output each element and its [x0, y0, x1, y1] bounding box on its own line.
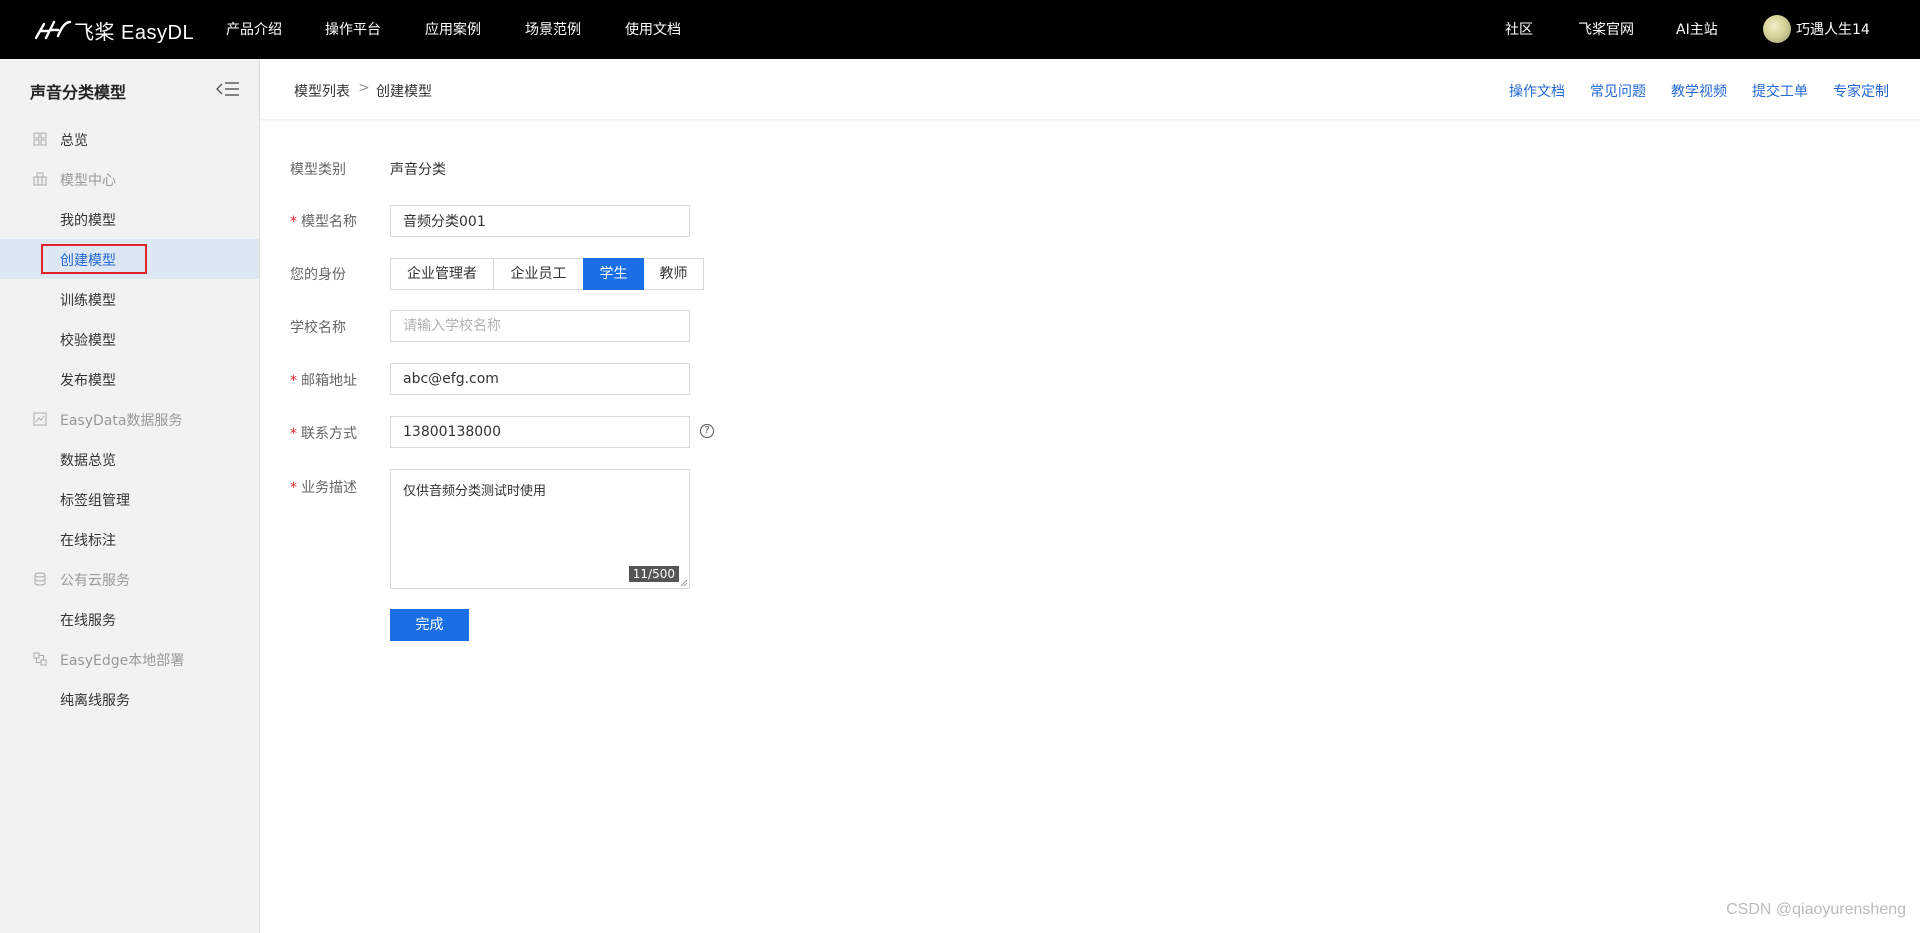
sidebar-item-validate-model[interactable]: 校验模型 — [0, 319, 259, 359]
sidebar-item-online-annotation[interactable]: 在线标注 — [0, 519, 259, 559]
identity-option-manager[interactable]: 企业管理者 — [390, 258, 494, 290]
char-counter: 11/500 — [628, 566, 679, 582]
sidebar-title: 声音分类模型 — [30, 83, 127, 102]
sidebar-item-label: 在线标注 — [60, 533, 116, 549]
sidebar-item-data-overview[interactable]: 数据总览 — [0, 439, 259, 479]
sidebar-item-my-models[interactable]: 我的模型 — [0, 199, 259, 239]
model-name-label: * 模型名称 — [290, 214, 357, 230]
sidebar-group-label: 模型中心 — [60, 173, 116, 189]
building-icon — [33, 172, 47, 186]
sidebar-item-publish-model[interactable]: 发布模型 — [0, 359, 259, 399]
sidebar-item-label-groups[interactable]: 标签组管理 — [0, 479, 259, 519]
database-icon — [34, 572, 46, 586]
model-name-input[interactable] — [390, 205, 690, 237]
sidebar: 声音分类模型 总览 模型中心 我的模型 创建模型 训练模型 校验模型 发布模型 — [0, 59, 260, 933]
sidebar-item-label: 训练模型 — [60, 293, 116, 309]
question-icon[interactable]: ? — [700, 424, 714, 438]
resize-handle-icon[interactable] — [680, 579, 688, 587]
sidebar-group-easydata[interactable]: EasyData数据服务 — [0, 399, 259, 439]
nav-platform[interactable]: 操作平台 — [325, 19, 381, 39]
identity-selector: 企业管理者 企业员工 学生 教师 — [390, 258, 704, 290]
identity-option-teacher[interactable]: 教师 — [643, 258, 704, 290]
device-icon — [33, 652, 47, 666]
sidebar-item-create-model[interactable]: 创建模型 — [0, 239, 259, 279]
sidebar-group-label: EasyData数据服务 — [60, 413, 183, 429]
link-faq[interactable]: 常见问题 — [1590, 81, 1646, 101]
identity-option-student[interactable]: 学生 — [583, 258, 644, 290]
breadcrumb-model-list[interactable]: 模型列表 — [294, 81, 350, 101]
sidebar-item-overview[interactable]: 总览 — [0, 119, 259, 159]
school-label: 学校名称 — [290, 320, 346, 336]
sidebar-item-train-model[interactable]: 训练模型 — [0, 279, 259, 319]
sidebar-item-label: 校验模型 — [60, 333, 116, 349]
watermark: CSDN @qiaoyurensheng — [1726, 901, 1906, 918]
description-text: 仅供音频分类测试时使用 — [403, 484, 547, 499]
sidebar-item-label: 数据总览 — [60, 453, 116, 469]
nav-docs[interactable]: 使用文档 — [625, 19, 681, 39]
chart-icon — [33, 412, 47, 426]
link-docs[interactable]: 操作文档 — [1509, 81, 1565, 101]
submit-button[interactable]: 完成 — [390, 609, 469, 641]
sidebar-group-public-cloud[interactable]: 公有云服务 — [0, 559, 259, 599]
email-label: * 邮箱地址 — [290, 373, 357, 389]
sidebar-item-label: 标签组管理 — [60, 493, 130, 509]
link-submit-ticket[interactable]: 提交工单 — [1752, 81, 1808, 101]
description-textarea[interactable]: 仅供音频分类测试时使用 11/500 — [390, 469, 690, 589]
link-tutorial-video[interactable]: 教学视频 — [1671, 81, 1727, 101]
nav-paddle-site[interactable]: 飞桨官网 — [1578, 19, 1634, 39]
content-header: 模型列表 > 创建模型 操作文档 常见问题 教学视频 提交工单 专家定制 — [260, 59, 1920, 119]
model-type-value: 声音分类 — [390, 162, 446, 178]
paddle-logo-icon — [34, 20, 72, 40]
sidebar-item-label: 在线服务 — [60, 613, 116, 629]
sidebar-item-offline-service[interactable]: 纯离线服务 — [0, 679, 259, 719]
model-type-label: 模型类别 — [290, 162, 346, 178]
sidebar-item-online-service[interactable]: 在线服务 — [0, 599, 259, 639]
sidebar-group-easyedge[interactable]: EasyEdge本地部署 — [0, 639, 259, 679]
grid-icon — [33, 132, 47, 146]
avatar[interactable] — [1763, 15, 1791, 43]
school-name-input[interactable] — [390, 310, 690, 342]
logo[interactable]: 飞桨 EasyDL — [34, 14, 194, 46]
sidebar-item-label: 总览 — [60, 133, 88, 149]
identity-option-employee[interactable]: 企业员工 — [493, 258, 584, 290]
identity-label: 您的身份 — [290, 267, 346, 283]
sidebar-item-label: 我的模型 — [60, 213, 116, 229]
top-navbar: 飞桨 EasyDL 产品介绍 操作平台 应用案例 场景范例 使用文档 社区 飞桨… — [0, 0, 1920, 59]
email-input[interactable] — [390, 363, 690, 395]
logo-text: 飞桨 EasyDL — [74, 21, 195, 44]
nav-community[interactable]: 社区 — [1505, 19, 1533, 39]
sidebar-group-label: EasyEdge本地部署 — [60, 653, 185, 669]
username[interactable]: 巧遇人生14 — [1796, 19, 1870, 39]
link-expert-custom[interactable]: 专家定制 — [1833, 81, 1889, 101]
description-label: * 业务描述 — [290, 480, 357, 496]
breadcrumb-separator: > — [358, 80, 370, 96]
phone-label: * 联系方式 — [290, 426, 357, 442]
nav-cases[interactable]: 应用案例 — [425, 19, 481, 39]
nav-scenarios[interactable]: 场景范例 — [525, 19, 581, 39]
breadcrumb-current: 创建模型 — [376, 84, 432, 100]
sidebar-item-label: 纯离线服务 — [60, 693, 130, 709]
nav-ai-site[interactable]: AI主站 — [1676, 19, 1718, 39]
collapse-menu-icon[interactable] — [216, 81, 240, 97]
sidebar-group-label: 公有云服务 — [60, 573, 130, 589]
phone-input[interactable] — [390, 416, 690, 448]
sidebar-item-label: 发布模型 — [60, 373, 116, 389]
nav-product-intro[interactable]: 产品介绍 — [226, 19, 282, 39]
sidebar-group-model-center[interactable]: 模型中心 — [0, 159, 259, 199]
sidebar-item-label: 创建模型 — [60, 253, 116, 269]
